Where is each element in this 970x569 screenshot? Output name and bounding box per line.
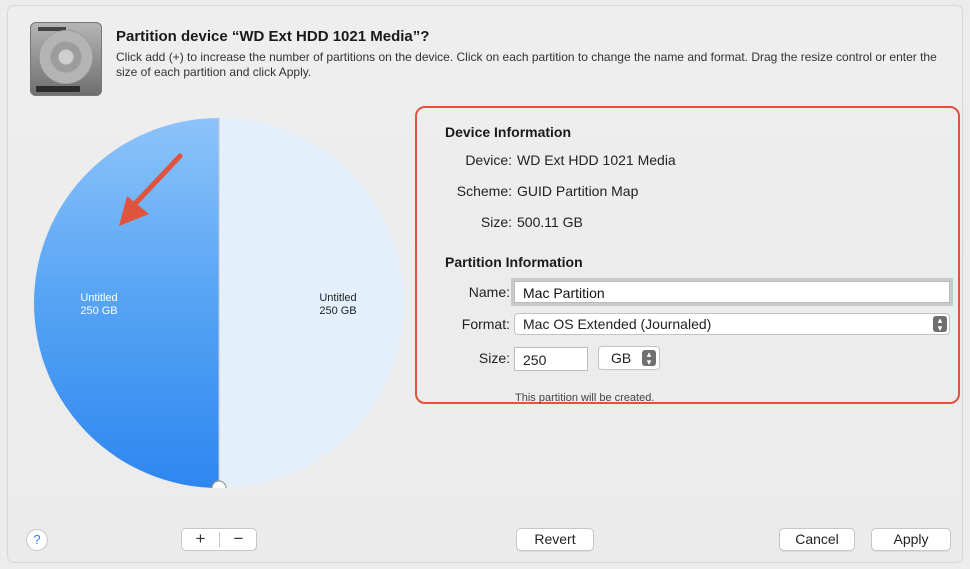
help-button[interactable]: ? xyxy=(26,529,48,551)
size-unit-select[interactable]: GB ▴ ▾ xyxy=(598,346,660,370)
external-hard-drive-icon xyxy=(30,22,102,96)
dialog-title: Partition device “WD Ext HDD 1021 Media”… xyxy=(116,28,430,45)
format-label: Format: xyxy=(461,316,510,332)
size-value: 500.11 GB xyxy=(517,214,583,230)
cancel-button[interactable]: Cancel xyxy=(779,528,855,551)
size-unit-value: GB xyxy=(611,350,632,366)
partition-info-heading: Partition Information xyxy=(445,254,583,270)
red-arrow-icon xyxy=(119,153,183,226)
add-remove-partition-control: + − xyxy=(181,528,257,551)
device-info-heading: Device Information xyxy=(445,124,572,140)
device-label: Device: xyxy=(465,152,512,168)
partition-2-label: Untitled 250 GB xyxy=(319,292,357,317)
revert-button[interactable]: Revert xyxy=(516,528,594,551)
format-select[interactable]: Mac OS Extended (Journaled) ▴ ▾ xyxy=(514,313,950,335)
add-partition-button[interactable]: + xyxy=(182,529,219,550)
scheme-value: GUID Partition Map xyxy=(517,183,639,199)
partition-1-label: Untitled 250 GB xyxy=(80,292,118,317)
format-select-value: Mac OS Extended (Journaled) xyxy=(523,316,712,332)
partition-size-input[interactable]: 250 xyxy=(514,347,588,371)
partition-size-label: Size: xyxy=(478,350,510,366)
name-label: Name: xyxy=(468,284,510,300)
device-value: WD Ext HDD 1021 Media xyxy=(517,152,676,168)
up-down-chevron-icon: ▴ ▾ xyxy=(642,350,656,367)
partition-name-input[interactable]: Mac Partition xyxy=(514,281,950,303)
scheme-label: Scheme: xyxy=(456,183,512,199)
remove-partition-button[interactable]: − xyxy=(220,529,257,550)
up-down-chevron-icon: ▴ ▾ xyxy=(933,316,947,333)
apply-button[interactable]: Apply xyxy=(871,528,951,551)
size-label: Size: xyxy=(480,214,512,230)
dialog-description: Click add (+) to increase the number of … xyxy=(116,50,937,79)
partition-note: This partition will be created. xyxy=(515,392,655,404)
